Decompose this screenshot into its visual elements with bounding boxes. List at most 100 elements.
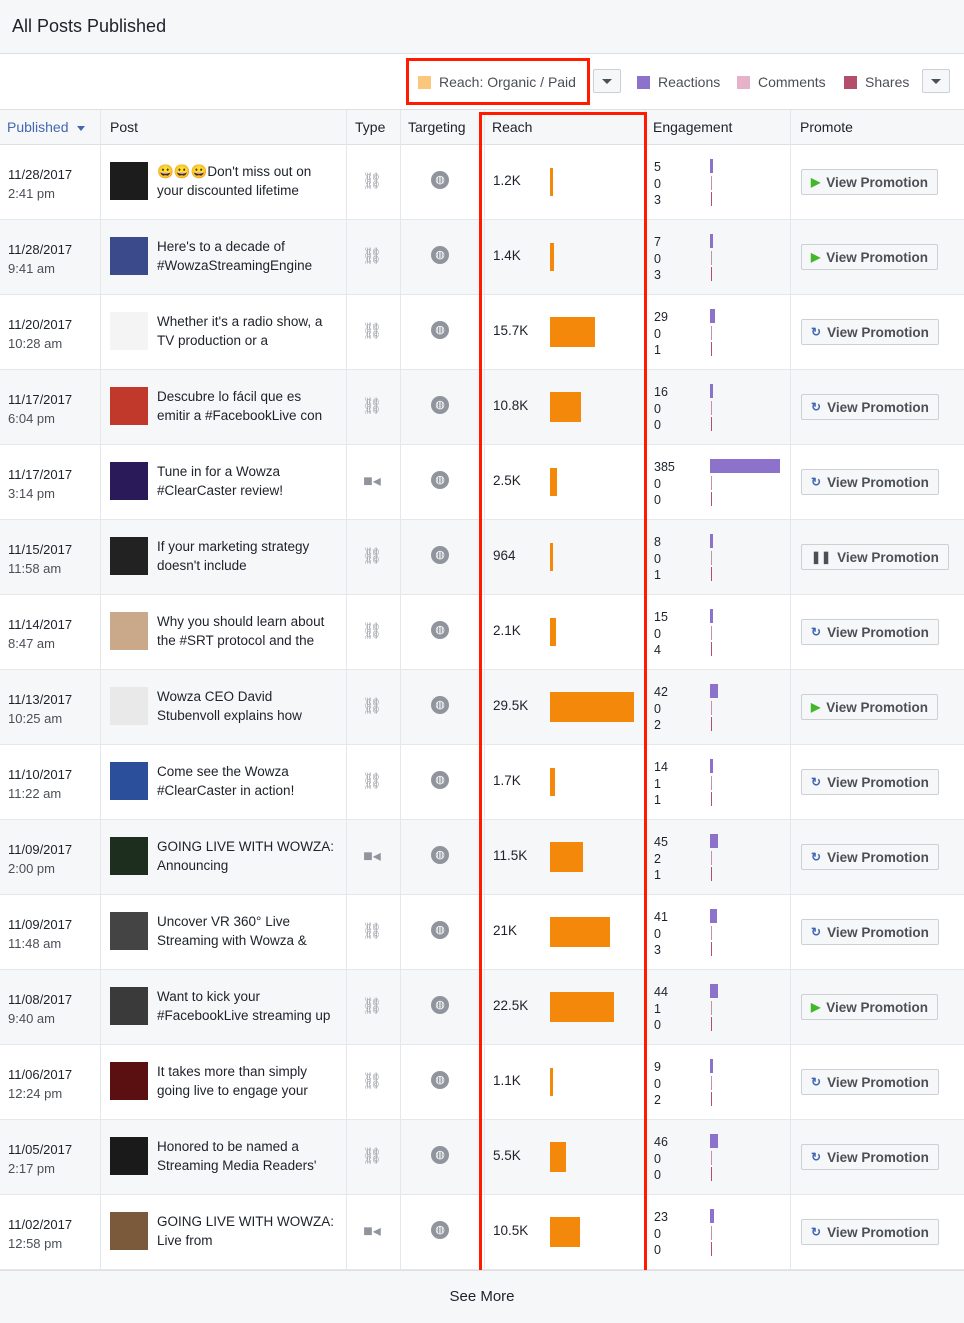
post-thumbnail[interactable] [110,312,148,350]
post-thumbnail[interactable] [110,237,148,275]
view-promotion-button[interactable]: ▶ View Promotion [801,694,938,720]
table-row[interactable]: 11/06/2017 12:24 pm It takes more than s… [0,1045,964,1120]
view-promotion-button[interactable]: ↻ View Promotion [801,1144,939,1170]
post-thumbnail[interactable] [110,612,148,650]
engagement-metric-dropdown[interactable] [922,69,950,93]
published-date: 11/09/2017 11:48 am [8,915,72,953]
reach-metric-dropdown[interactable] [593,69,621,93]
column-engagement[interactable]: Engagement [653,119,732,135]
table-row[interactable]: 11/02/2017 12:58 pm GOING LIVE WITH WOWZ… [0,1195,964,1270]
link-icon: ⛓ [362,623,383,640]
table-row[interactable]: 11/15/2017 11:58 am If your marketing st… [0,520,964,595]
published-date: 11/28/2017 9:41 am [8,240,72,278]
table-row[interactable]: 11/13/2017 10:25 am Wowza CEO David Stub… [0,670,964,745]
view-promotion-button[interactable]: ↻ View Promotion [801,469,939,495]
post-thumbnail[interactable] [110,912,148,950]
post-thumbnail[interactable] [110,1137,148,1175]
post-thumbnail[interactable] [110,762,148,800]
refresh-icon: ↻ [811,775,822,789]
post-text[interactable]: Want to kick your #FacebookLive streamin… [157,987,337,1025]
post-text[interactable]: Come see the Wowza #ClearCaster in actio… [157,762,337,800]
legend-shares[interactable]: Shares [844,74,909,90]
post-thumbnail[interactable] [110,1062,148,1100]
published-date: 11/09/2017 2:00 pm [8,840,72,878]
comments-bar [711,251,712,265]
reactions-bar [710,459,780,473]
post-thumbnail[interactable] [110,987,148,1025]
post-text[interactable]: Wowza CEO David Stubenvoll explains how [157,687,337,725]
view-promotion-label: View Promotion [827,624,929,640]
post-text[interactable]: GOING LIVE WITH WOWZA: Live from [157,1212,337,1250]
refresh-icon: ↻ [811,325,822,339]
legend-reach[interactable]: Reach: Organic / Paid [418,74,576,90]
globe-icon: ◍ [431,846,449,864]
view-promotion-button[interactable]: ↻ View Promotion [801,619,939,645]
column-reach[interactable]: Reach [492,119,532,135]
view-promotion-button[interactable]: ↻ View Promotion [801,919,939,945]
table-row[interactable]: 11/09/2017 2:00 pm GOING LIVE WITH WOWZA… [0,820,964,895]
table-row[interactable]: 11/09/2017 11:48 am Uncover VR 360° Live… [0,895,964,970]
table-row[interactable]: 11/20/2017 10:28 am Whether it's a radio… [0,295,964,370]
view-promotion-button[interactable]: ↻ View Promotion [801,1069,939,1095]
post-thumbnail[interactable] [110,387,148,425]
shares-count: 2 [654,1093,661,1107]
table-row[interactable]: 11/17/2017 3:14 pm Tune in for a Wowza #… [0,445,964,520]
post-text[interactable]: If your marketing strategy doesn't inclu… [157,537,337,575]
post-text[interactable]: GOING LIVE WITH WOWZA: Announcing [157,837,337,875]
post-text[interactable]: It takes more than simply going live to … [157,1062,337,1100]
post-thumbnail[interactable] [110,837,148,875]
globe-icon: ◍ [431,471,449,489]
table-row[interactable]: 11/17/2017 6:04 pm Descubre lo fácil que… [0,370,964,445]
view-promotion-button[interactable]: ↻ View Promotion [801,394,939,420]
view-promotion-button[interactable]: ❚❚ View Promotion [801,544,949,570]
post-text[interactable]: Tune in for a Wowza #ClearCaster review! [157,462,337,500]
view-promotion-button[interactable]: ↻ View Promotion [801,319,939,345]
column-post[interactable]: Post [110,119,138,135]
view-promotion-button[interactable]: ↻ View Promotion [801,844,939,870]
column-type[interactable]: Type [355,119,385,135]
time-text: 6:04 pm [8,411,55,426]
view-promotion-button[interactable]: ▶ View Promotion [801,994,938,1020]
post-thumbnail[interactable] [110,1212,148,1250]
post-text[interactable]: Descubre lo fácil que es emitir a #Faceb… [157,387,337,425]
post-text[interactable]: Why you should learn about the #SRT prot… [157,612,337,650]
post-text[interactable]: Whether it's a radio show, a TV producti… [157,312,337,350]
post-text[interactable]: Honored to be named a Streaming Media Re… [157,1137,337,1175]
refresh-icon: ↻ [811,400,822,414]
post-text[interactable]: 😀😀😀Don't miss out on your discounted lif… [157,162,337,200]
date-text: 11/09/2017 [8,842,73,857]
post-thumbnail[interactable] [110,162,148,200]
view-promotion-button[interactable]: ▶ View Promotion [801,169,938,195]
table-row[interactable]: 11/14/2017 8:47 am Why you should learn … [0,595,964,670]
table-row[interactable]: 11/10/2017 11:22 am Come see the Wowza #… [0,745,964,820]
reach-value: 10.5K [493,1223,529,1238]
reactions-count: 23 [654,1210,668,1224]
shares-bar [711,942,712,956]
see-more-link[interactable]: See More [0,1288,964,1305]
table-row[interactable]: 11/05/2017 2:17 pm Honored to be named a… [0,1120,964,1195]
shares-bar [711,642,712,656]
table-row[interactable]: 11/08/2017 9:40 am Want to kick your #Fa… [0,970,964,1045]
reach-value: 10.8K [493,398,529,413]
post-text[interactable]: Uncover VR 360° Live Streaming with Wowz… [157,912,337,950]
view-promotion-button[interactable]: ↻ View Promotion [801,1219,939,1245]
column-promote[interactable]: Promote [800,119,853,135]
post-thumbnail[interactable] [110,462,148,500]
view-promotion-button[interactable]: ▶ View Promotion [801,244,938,270]
reach-bar [550,317,595,347]
table-row[interactable]: 11/28/2017 2:41 pm 😀😀😀Don't miss out on … [0,145,964,220]
link-icon: ⛓ [362,1073,383,1090]
column-targeting[interactable]: Targeting [408,119,466,135]
legend-reactions[interactable]: Reactions [637,74,720,90]
table-row[interactable]: 11/28/2017 9:41 am Here's to a decade of… [0,220,964,295]
reactions-count: 15 [654,610,668,624]
reactions-count: 14 [654,760,668,774]
shares-bar [711,267,712,281]
reactions-bar [710,609,713,623]
view-promotion-button[interactable]: ↻ View Promotion [801,769,939,795]
post-thumbnail[interactable] [110,687,148,725]
column-published[interactable]: Published [7,119,85,135]
legend-comments[interactable]: Comments [737,74,826,90]
post-text[interactable]: Here's to a decade of #WowzaStreamingEng… [157,237,337,275]
post-thumbnail[interactable] [110,537,148,575]
